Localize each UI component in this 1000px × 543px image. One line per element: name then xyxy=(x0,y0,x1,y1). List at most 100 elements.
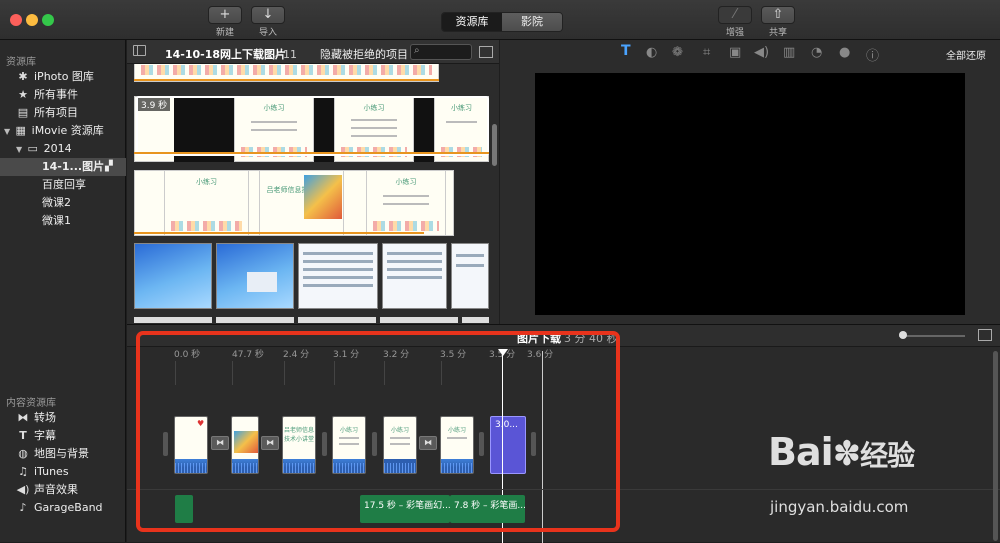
star-icon: ★ xyxy=(18,88,28,101)
timeline-clip[interactable]: 吕老师信息技术小讲堂 xyxy=(282,416,316,474)
volume-icon[interactable]: ◀) xyxy=(754,45,769,60)
sidebar-item-sound-effects[interactable]: ◀) 声音效果 xyxy=(0,481,126,499)
clip-thumbnail[interactable] xyxy=(451,243,489,309)
sidebar-item-weike1[interactable]: 微课1 xyxy=(0,212,126,230)
sidebar-item-garageband[interactable]: ♪ GarageBand xyxy=(0,499,126,517)
sidebar-item-all-events[interactable]: ★ 所有事件 xyxy=(0,86,126,104)
clip-thumbnail[interactable] xyxy=(298,243,378,309)
sidebar-item-event-selected[interactable]: 14-1...图片 ▞ xyxy=(0,158,126,176)
clip-row-selected[interactable]: 小练习 小练习 小练习 3.9 秒 xyxy=(134,96,489,162)
ruler-label: 3.2 分 xyxy=(383,350,410,360)
filter-icon[interactable]: ● xyxy=(839,45,850,60)
clip-thumbnail[interactable]: 吕老师信息技术小讲堂 xyxy=(259,170,344,236)
timeline-clip[interactable] xyxy=(231,416,259,474)
filter-dropdown[interactable]: 隐藏被拒绝的项目 ≎ xyxy=(320,46,421,62)
browser-header: 14-10-18网上下载图片 1／11 隐藏被拒绝的项目 ≎ ⌕ xyxy=(127,40,499,64)
transition-icon[interactable]: ⧓ xyxy=(419,436,437,450)
transition-icon[interactable]: ⧓ xyxy=(211,436,229,450)
camera-stabilize-icon[interactable]: ▣ xyxy=(729,45,741,60)
timeline-clip[interactable]: 小练习 xyxy=(332,416,366,474)
share-button[interactable]: ⇧ 共享 xyxy=(761,6,795,38)
clip-thumbnail[interactable] xyxy=(216,243,294,309)
baidu-logo: Bai✽经验 xyxy=(768,430,915,474)
zoom-slider-knob[interactable] xyxy=(899,331,907,339)
sidebar-item-titles[interactable]: T 字幕 xyxy=(0,427,126,445)
sidebar-item-2014[interactable]: ▼ ▭ 2014 xyxy=(0,140,126,158)
clip-duration-badge: 3.9 秒 xyxy=(138,98,171,111)
clip-thumbnail[interactable]: 小练习 xyxy=(366,170,446,236)
timeline-clip[interactable]: 小练习 xyxy=(383,416,417,474)
project-duration: 3 分 40 秒 xyxy=(564,332,618,345)
ruler-label: 0.0 秒 xyxy=(174,350,201,360)
clip-trim-handle[interactable] xyxy=(163,432,168,456)
sidebar-item-baidu[interactable]: 百度回享 xyxy=(0,176,126,194)
tab-library[interactable]: 资源库 xyxy=(442,13,502,31)
share-label: 共享 xyxy=(768,28,787,38)
folder-icon: ▭ xyxy=(27,142,38,155)
sidebar-item-maps[interactable]: ◍ 地图与背景 xyxy=(0,445,126,463)
reset-all-button[interactable]: 全部还原 xyxy=(946,47,986,62)
zoom-window-button[interactable] xyxy=(42,14,54,26)
filmstrip-settings-icon[interactable] xyxy=(978,329,992,341)
timeline-scrollbar[interactable] xyxy=(993,351,998,541)
playhead-marker-icon[interactable] xyxy=(498,349,508,356)
sidebar-item-weike2[interactable]: 微课2 xyxy=(0,194,126,212)
color-balance-icon[interactable]: ◐ xyxy=(646,45,657,60)
clip-row[interactable] xyxy=(134,243,489,309)
clip-title: 吕老师信息技术小讲堂 xyxy=(283,427,314,443)
timeline-clip[interactable]: ♥ xyxy=(174,416,208,474)
ruler-label: 3.6 分 xyxy=(527,350,554,360)
audio-clip[interactable]: 17.5 秒 – 彩笔画幻... xyxy=(360,495,450,523)
timeline-clip[interactable]: 小练习 xyxy=(440,416,474,474)
info-icon[interactable]: ⓘ xyxy=(866,45,879,64)
noise-eq-icon[interactable]: ▥ xyxy=(783,45,795,60)
video-preview[interactable] xyxy=(535,73,965,315)
clip-thumbnail[interactable] xyxy=(134,243,212,309)
new-button[interactable]: + 新建 xyxy=(208,6,242,38)
tab-theater[interactable]: 影院 xyxy=(502,13,562,31)
timeline-header: 图片下载 3 分 40 秒 xyxy=(127,325,1000,347)
clip-trim-handle[interactable] xyxy=(479,432,484,456)
search-input[interactable]: ⌕ xyxy=(410,44,472,60)
close-window-button[interactable] xyxy=(10,14,22,26)
clip-title: 小练习 xyxy=(339,427,358,434)
color-palette-icon[interactable]: ❁ xyxy=(672,45,683,60)
enhance-button[interactable]: ⁄ 增强 xyxy=(718,6,752,38)
sidebar-item-transitions[interactable]: ⧓ 转场 xyxy=(0,409,126,427)
music-note-icon: ♫ xyxy=(18,465,28,478)
disclosure-triangle-icon[interactable]: ▼ xyxy=(16,145,22,154)
title-icon[interactable]: T xyxy=(621,43,631,59)
sidebar-toggle-icon[interactable] xyxy=(133,45,146,56)
content-library-header: 内容资源库 xyxy=(6,398,56,409)
disclosure-triangle-icon[interactable]: ▼ xyxy=(4,127,10,136)
sidebar-item-label: GarageBand xyxy=(34,501,103,514)
audio-clip[interactable] xyxy=(175,495,193,523)
sidebar-item-itunes[interactable]: ♫ iTunes xyxy=(0,463,126,481)
audio-clip-label: 17.5 秒 – 彩笔画幻... xyxy=(364,501,450,511)
import-button[interactable]: ↓ 导入 xyxy=(251,6,285,38)
clip-thumbnail[interactable] xyxy=(382,243,447,309)
filmstrip-view-icon[interactable] xyxy=(479,46,493,58)
clip-trim-handle[interactable] xyxy=(531,432,536,456)
minimize-window-button[interactable] xyxy=(26,14,38,26)
main-toolbar: + 新建 ↓ 导入 资源库 影院 ⁄ 增强 ⇧ 共享 xyxy=(0,0,1000,40)
speed-icon[interactable]: ◔ xyxy=(811,45,822,60)
sidebar-item-imovie-library[interactable]: ▼ ▦ iMovie 资源库 xyxy=(0,122,126,140)
audio-clip[interactable]: 7.8 秒 – 彩笔画... xyxy=(450,495,525,523)
clip-row[interactable] xyxy=(134,64,439,82)
timeline-clip-selected[interactable]: 3.0... xyxy=(490,416,526,474)
sidebar-item-all-projects[interactable]: ▤ 所有项目 xyxy=(0,104,126,122)
sidebar-item-label: 字幕 xyxy=(34,429,56,442)
transition-icon[interactable]: ⧓ xyxy=(261,436,279,450)
clip-trim-handle[interactable] xyxy=(372,432,377,456)
zoom-slider[interactable] xyxy=(899,331,965,339)
clip-thumbnail[interactable]: 小练习 xyxy=(164,170,249,236)
watermark-brand-cn: 经验 xyxy=(860,439,915,472)
crop-icon[interactable]: ⌗ xyxy=(703,45,710,60)
clip-trim-handle[interactable] xyxy=(322,432,327,456)
sidebar-item-iphoto[interactable]: ✱ iPhoto 图库 xyxy=(0,68,126,86)
clip-used-marker xyxy=(134,79,439,81)
film-icon: ▤ xyxy=(17,106,29,119)
browser-scrollbar[interactable] xyxy=(492,124,497,166)
clip-row[interactable]: 小练习 吕老师信息技术小讲堂 小练习 xyxy=(134,170,454,236)
